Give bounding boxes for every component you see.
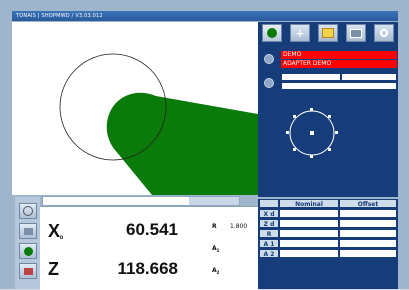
info-field-2	[342, 74, 396, 80]
row-label-xd: X d	[259, 209, 279, 218]
offset-xd-cell[interactable]	[339, 209, 397, 218]
a1-label: A1	[212, 245, 220, 254]
offset-a2-cell[interactable]	[339, 249, 397, 258]
offset-header: Offset	[339, 199, 397, 208]
print-icon	[23, 267, 33, 275]
status-line-1: DEMO	[281, 51, 397, 59]
nominal-header: Nominal	[279, 199, 339, 208]
r-value: 1.800	[230, 223, 248, 230]
offset-table: Nominal Offset X d Z d R A 1 A 2	[258, 199, 398, 265]
nominal-zd-cell[interactable]	[279, 219, 339, 228]
camera-icon	[380, 29, 388, 37]
profile-icon	[23, 246, 33, 256]
status-line-2: ADAPTER DEMO	[281, 60, 397, 68]
nominal-a2-cell[interactable]	[279, 249, 339, 258]
r-label: R	[212, 223, 217, 230]
position-readout: X D 60.541 R 1.800 A1 Z 118.668 A2	[40, 206, 258, 290]
window-title: TONAIS | SHOPMWD / V3.03.012	[12, 11, 398, 21]
layers-icon	[350, 28, 362, 38]
settings-icon[interactable]	[264, 78, 274, 88]
offset-r-cell[interactable]	[339, 229, 397, 238]
a2-label: A2	[212, 267, 220, 276]
row-label-a2: A 2	[259, 249, 279, 258]
row-label-r: R	[259, 229, 279, 238]
row-label-a1: A 1	[259, 239, 279, 248]
tool-select-button[interactable]	[262, 24, 282, 42]
plus-icon: +	[295, 26, 305, 40]
print-button[interactable]	[19, 263, 37, 279]
scrollbar-thumb[interactable]	[43, 197, 189, 205]
nominal-r-cell[interactable]	[279, 229, 339, 238]
z-axis-label: Z	[48, 259, 59, 279]
offset-a1-cell[interactable]	[339, 239, 397, 248]
offset-zd-cell[interactable]	[339, 219, 397, 228]
layers-button[interactable]	[346, 24, 366, 42]
x-axis-subscript: D	[60, 235, 64, 240]
measure-button[interactable]	[19, 203, 37, 219]
control-panel: + DEMO ADAPTER DEMO	[258, 22, 398, 197]
tool-center-diagram	[286, 108, 338, 158]
nominal-xd-cell[interactable]	[279, 209, 339, 218]
x-axis-label: X	[48, 221, 61, 241]
camera-button[interactable]	[374, 24, 394, 42]
add-button[interactable]: +	[290, 24, 310, 42]
profile-viewport[interactable]	[12, 22, 259, 195]
side-toolbar	[15, 197, 40, 289]
profile-drawing	[59, 53, 258, 195]
info-field-3	[282, 83, 396, 89]
horizontal-scrollbar[interactable]	[42, 196, 240, 206]
table-corner	[259, 199, 279, 208]
tool-list-button[interactable]	[19, 223, 37, 239]
list-icon	[23, 227, 33, 235]
info-field-1	[282, 74, 340, 80]
tool-profile-shape	[106, 92, 258, 195]
open-button[interactable]	[318, 24, 338, 42]
folder-icon	[322, 28, 334, 38]
nominal-a1-cell[interactable]	[279, 239, 339, 248]
x-value: 60.541	[126, 220, 178, 239]
z-value: 118.668	[117, 259, 178, 278]
table-footer	[258, 265, 398, 289]
tool-icon	[267, 28, 277, 38]
row-label-zd: Z d	[259, 219, 279, 228]
profile-button[interactable]	[19, 243, 37, 259]
circle-icon	[23, 206, 33, 216]
probe-icon[interactable]	[264, 54, 274, 64]
